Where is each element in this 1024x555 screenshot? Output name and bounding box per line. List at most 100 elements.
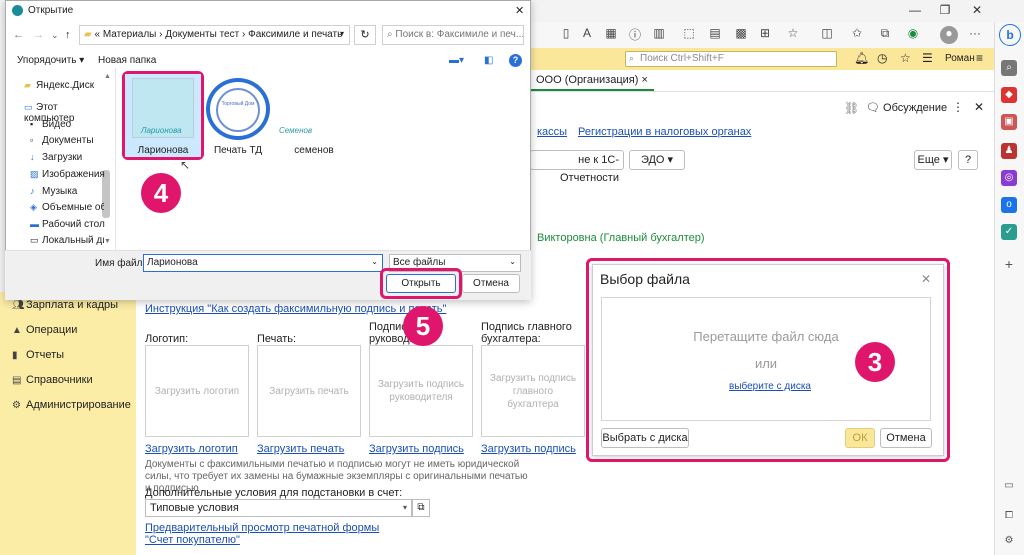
collections-icon[interactable]: ⧉	[876, 26, 894, 44]
favorites-star-icon[interactable]: ☆	[900, 51, 911, 65]
upload-accountant-signature-link[interactable]: Загрузить подпись	[481, 443, 576, 455]
scroll-down-icon[interactable]: ▼	[104, 238, 111, 245]
upload-director-signature-link[interactable]: Загрузить подпись	[369, 443, 464, 455]
forward-icon[interactable]: →	[33, 29, 44, 41]
upload-stamp-link[interactable]: Загрузить печать	[257, 443, 344, 455]
sidebar-item-admin[interactable]: ⚙ Администрирование	[12, 399, 132, 419]
apps-icon[interactable]: ▥	[650, 26, 668, 44]
file-picker-close-icon[interactable]: ✕	[921, 272, 931, 286]
file-name-semenov[interactable]: семенов	[276, 145, 352, 156]
logo-dropzone[interactable]: Загрузить логотип	[145, 345, 249, 437]
ok-button[interactable]: ОК	[845, 428, 875, 448]
more-vert-icon[interactable]: ⋮	[952, 100, 964, 114]
minimize-icon[interactable]: —	[900, 3, 930, 19]
path-segment[interactable]: Материалы	[103, 29, 157, 40]
scroll-up-icon[interactable]: ▲	[104, 73, 111, 80]
add-icon[interactable]: +	[1001, 256, 1017, 272]
help-icon[interactable]: ?	[509, 54, 522, 67]
global-search-input[interactable]: Поиск Ctrl+Shift+F	[625, 51, 837, 67]
view-icon[interactable]: ▬▾	[449, 55, 464, 66]
refresh-icon[interactable]: ↻	[354, 25, 376, 45]
tab-organization[interactable]: ООО (Организация) ×	[530, 72, 654, 91]
new-folder-button[interactable]: Новая папка	[98, 55, 156, 66]
tab-close-icon[interactable]: ×	[641, 74, 647, 86]
director-signature-dropzone[interactable]: Загрузить подпись руководителя	[369, 345, 473, 437]
font-icon[interactable]: A	[578, 26, 596, 44]
close-icon[interactable]: ✕	[962, 3, 992, 19]
star-icon[interactable]: ☆	[784, 26, 802, 44]
settings-icon[interactable]: ⚙	[1001, 533, 1017, 549]
tab-link-kassy[interactable]: кассы	[537, 126, 567, 138]
sidebar-item-references[interactable]: ▤ Справочники	[12, 374, 132, 394]
path-segment[interactable]: Документы тест	[165, 29, 239, 40]
file-thumb-semenov[interactable]: Семенов	[279, 126, 312, 135]
sidebar-item-reports[interactable]: ▮ Отчеты	[12, 349, 132, 369]
shield-icon[interactable]: ◉	[904, 26, 922, 44]
apps-grid-icon[interactable]: ⊞	[756, 26, 774, 44]
path-segment[interactable]: Факсимиле и печать	[248, 29, 342, 40]
favorites-icon[interactable]: ✩	[848, 26, 866, 44]
tools-icon[interactable]: ▣	[1001, 114, 1017, 130]
up-icon[interactable]: ↑	[65, 29, 71, 41]
choose-from-disk-link[interactable]: выберите с диска	[729, 381, 811, 392]
preview-pane-icon[interactable]: ◧	[484, 55, 493, 66]
sidebar-item-operations[interactable]: ▲ Операции	[12, 324, 132, 344]
open-icon[interactable]: ⧉	[412, 499, 430, 517]
chief-accountant-link[interactable]: Викторовна (Главный бухгалтер)	[537, 232, 705, 244]
sidebar-item-salary[interactable]: 👥︎Зарплата и кадры	[12, 299, 132, 319]
stamp-dropzone[interactable]: Загрузить печать	[257, 345, 361, 437]
share-icon[interactable]: ⬚	[680, 26, 698, 44]
dialog-cancel-button[interactable]: Отмена	[462, 274, 520, 293]
extension-icon[interactable]: ▦	[602, 26, 620, 44]
bing-icon[interactable]: b	[999, 24, 1021, 46]
choose-from-disk-button[interactable]: Выбрать с диска	[601, 428, 689, 448]
accountant-signature-dropzone[interactable]: Загрузить подпись главного бухгалтера	[481, 345, 585, 437]
organize-button[interactable]: Упорядочить ▾	[17, 55, 84, 66]
designer-icon[interactable]: ✓	[1001, 224, 1017, 240]
dialog-close-icon[interactable]: ✕	[515, 4, 524, 17]
preview-link[interactable]: Предварительный просмотр печатной формы …	[145, 522, 385, 546]
menu-icon[interactable]: ≡	[976, 51, 983, 65]
open-button[interactable]: Открыть	[386, 274, 456, 293]
close-form-icon[interactable]: ✕	[974, 100, 984, 114]
file-picker-cancel-button[interactable]: Отмена	[880, 428, 932, 448]
search-icon[interactable]: ⌕	[1001, 60, 1017, 76]
games-icon[interactable]: ♟	[1001, 143, 1017, 159]
recent-icon[interactable]: ⌄	[51, 30, 59, 41]
reader-icon[interactable]: ▯	[557, 26, 575, 44]
connect-1c-button[interactable]: не к 1С-Отчетности	[530, 150, 624, 184]
more-icon[interactable]: ···	[966, 26, 984, 44]
upload-logo-link[interactable]: Загрузить логотип	[145, 443, 238, 455]
avatar[interactable]: ●	[940, 26, 958, 44]
bell-icon[interactable]: 🔔︎	[854, 51, 869, 65]
more-button[interactable]: Еще ▾	[914, 150, 952, 170]
filename-input[interactable]: Ларионова ⌄	[143, 254, 383, 272]
office-icon[interactable]: ◎	[1001, 170, 1017, 186]
edo-button[interactable]: ЭДО ▾	[629, 150, 685, 170]
restore-icon[interactable]: ❐	[930, 3, 960, 19]
tab-link-registrations[interactable]: Регистрации в налоговых органах	[578, 126, 751, 138]
qr-icon[interactable]: ▩	[732, 26, 750, 44]
help-button[interactable]: ?	[958, 150, 978, 170]
nav-item-yandex-disk[interactable]: ▰ Яндекс.Диск	[24, 80, 104, 100]
back-icon[interactable]: ←	[13, 29, 24, 41]
history-icon[interactable]: ◷	[877, 51, 887, 65]
sidebar-toggle-icon[interactable]: ▭	[1001, 478, 1017, 494]
split-view-icon[interactable]: ⧠	[1001, 508, 1017, 524]
extra-conditions-select[interactable]: Типовые условия ▾	[145, 499, 412, 517]
path-dropdown-icon[interactable]: ▾	[340, 29, 344, 38]
discuss-button[interactable]: 🗨︎ Обсуждение	[866, 101, 947, 114]
file-name-stamp[interactable]: Печать ТД	[200, 145, 276, 156]
link-icon[interactable]: ⛓	[844, 101, 859, 115]
info-icon[interactable]: ⓘ	[626, 26, 644, 44]
split-icon[interactable]: ◫	[818, 26, 836, 44]
user-icon[interactable]: ☰	[922, 51, 933, 65]
grid-icon[interactable]: ▤	[706, 26, 724, 44]
filename-dropdown-icon[interactable]: ⌄	[371, 257, 378, 266]
path-bar[interactable]: ▰ « Материалы › Документы тест › Факсими…	[79, 25, 350, 45]
shopping-icon[interactable]: ◆	[1001, 87, 1017, 103]
dialog-search-input[interactable]: ⌕ Поиск в: Факсимиле и печ...	[382, 25, 524, 45]
user-name[interactable]: Роман	[945, 53, 975, 64]
outlook-icon[interactable]: o	[1001, 197, 1017, 213]
instruction-link[interactable]: Инструкция "Как создать факсимильную под…	[145, 303, 446, 315]
